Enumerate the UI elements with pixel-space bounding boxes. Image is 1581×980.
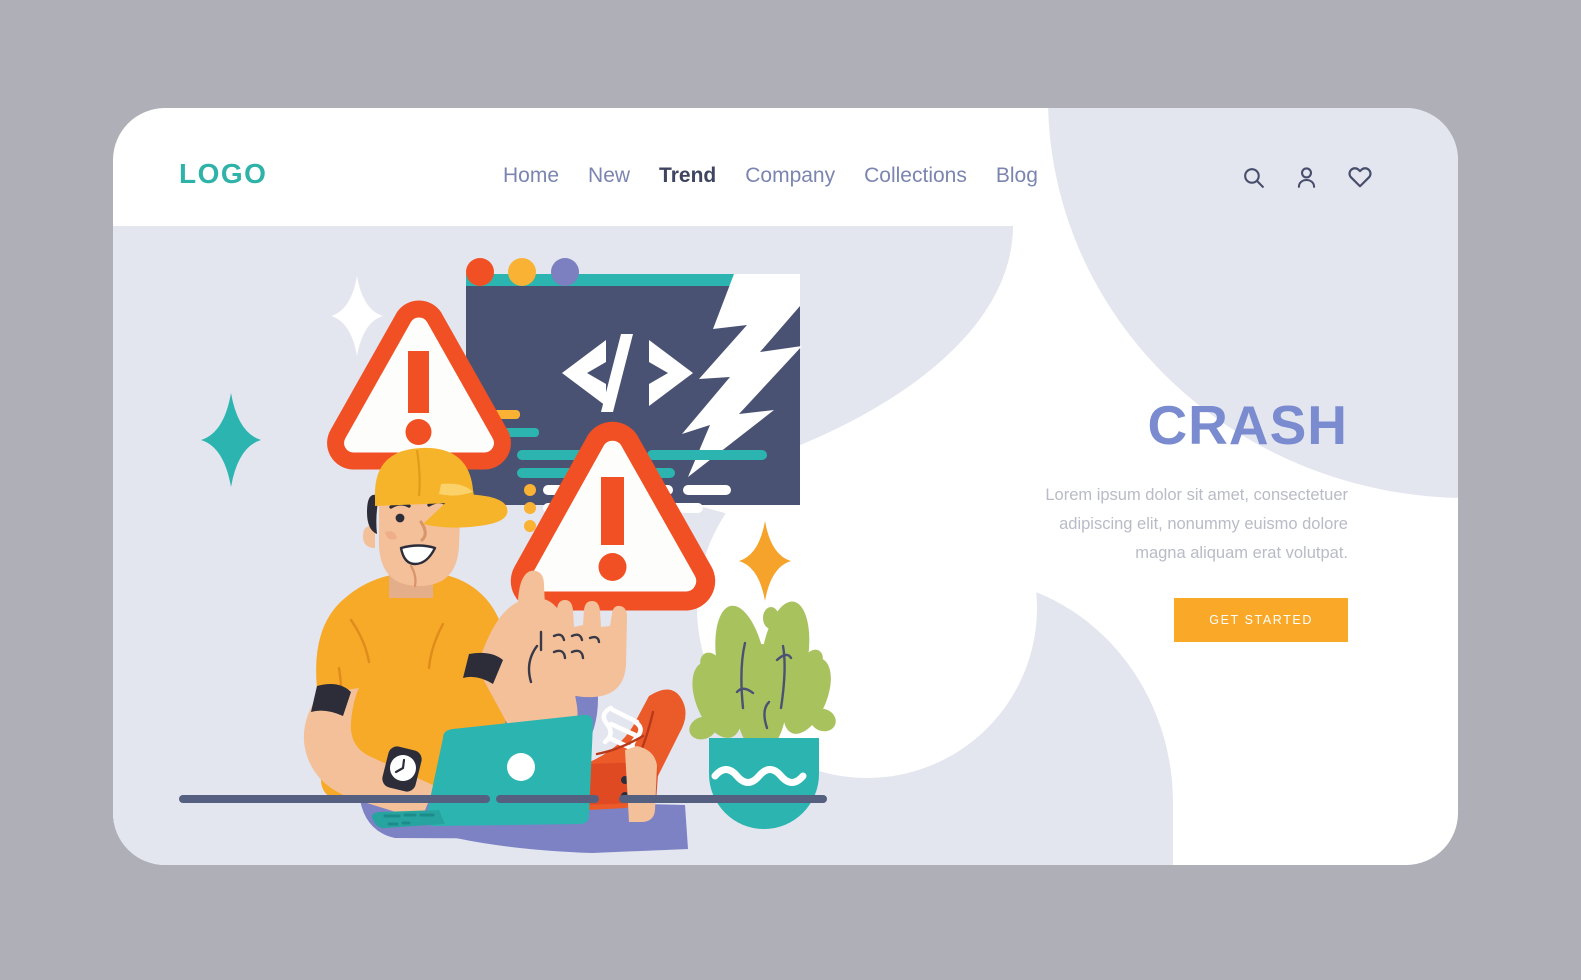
code-bullet bbox=[524, 520, 536, 532]
landing-page-card: LOGO Home New Trend Company Collections … bbox=[113, 108, 1458, 865]
warning-exclamation-bar bbox=[408, 351, 429, 413]
code-window-dot-purple bbox=[551, 258, 579, 286]
warning-exclamation-bar bbox=[601, 477, 624, 545]
user-icon[interactable] bbox=[1294, 165, 1319, 190]
code-line bbox=[683, 485, 731, 495]
character-eye bbox=[395, 513, 405, 523]
nav-item-collections[interactable]: Collections bbox=[864, 164, 967, 188]
heart-icon[interactable] bbox=[1347, 164, 1373, 190]
header-icon-group bbox=[1241, 164, 1373, 190]
potted-plant bbox=[689, 601, 836, 829]
nav-item-company[interactable]: Company bbox=[745, 164, 835, 188]
hero-text-block: CRASH Lorem ipsum dolor sit amet, consec… bbox=[1018, 398, 1348, 642]
character-ankle bbox=[625, 746, 657, 822]
code-window-dot-amber bbox=[508, 258, 536, 286]
sparkle-teal-icon bbox=[201, 393, 261, 487]
hero-paragraph: Lorem ipsum dolor sit amet, consectetuer… bbox=[1045, 486, 1348, 562]
nav-item-trend[interactable]: Trend bbox=[659, 164, 716, 188]
warning-exclamation-dot bbox=[598, 553, 627, 581]
code-line bbox=[647, 450, 767, 460]
get-started-button[interactable]: GET STARTED bbox=[1174, 597, 1348, 642]
plant-pot bbox=[709, 738, 819, 829]
plant-leaves bbox=[689, 601, 836, 752]
nav-item-new[interactable]: New bbox=[588, 164, 630, 188]
nav-item-home[interactable]: Home bbox=[503, 164, 559, 188]
page-title: CRASH bbox=[1147, 394, 1348, 456]
code-bullet bbox=[524, 484, 536, 496]
screenshot-root: LOGO Home New Trend Company Collections … bbox=[0, 0, 1581, 980]
laptop-logo bbox=[507, 753, 535, 781]
main-navigation: Home New Trend Company Collections Blog bbox=[503, 164, 1038, 188]
sparkle-amber-icon bbox=[739, 521, 791, 601]
sparkle-white-icon bbox=[331, 276, 383, 356]
site-header: LOGO Home New Trend Company Collections … bbox=[113, 108, 1458, 224]
logo[interactable]: LOGO bbox=[179, 158, 267, 190]
search-icon[interactable] bbox=[1241, 165, 1266, 190]
warning-exclamation-dot bbox=[405, 419, 432, 445]
code-window-dot-red bbox=[466, 258, 494, 286]
code-bullet bbox=[524, 502, 536, 514]
nav-item-blog[interactable]: Blog bbox=[996, 164, 1038, 188]
